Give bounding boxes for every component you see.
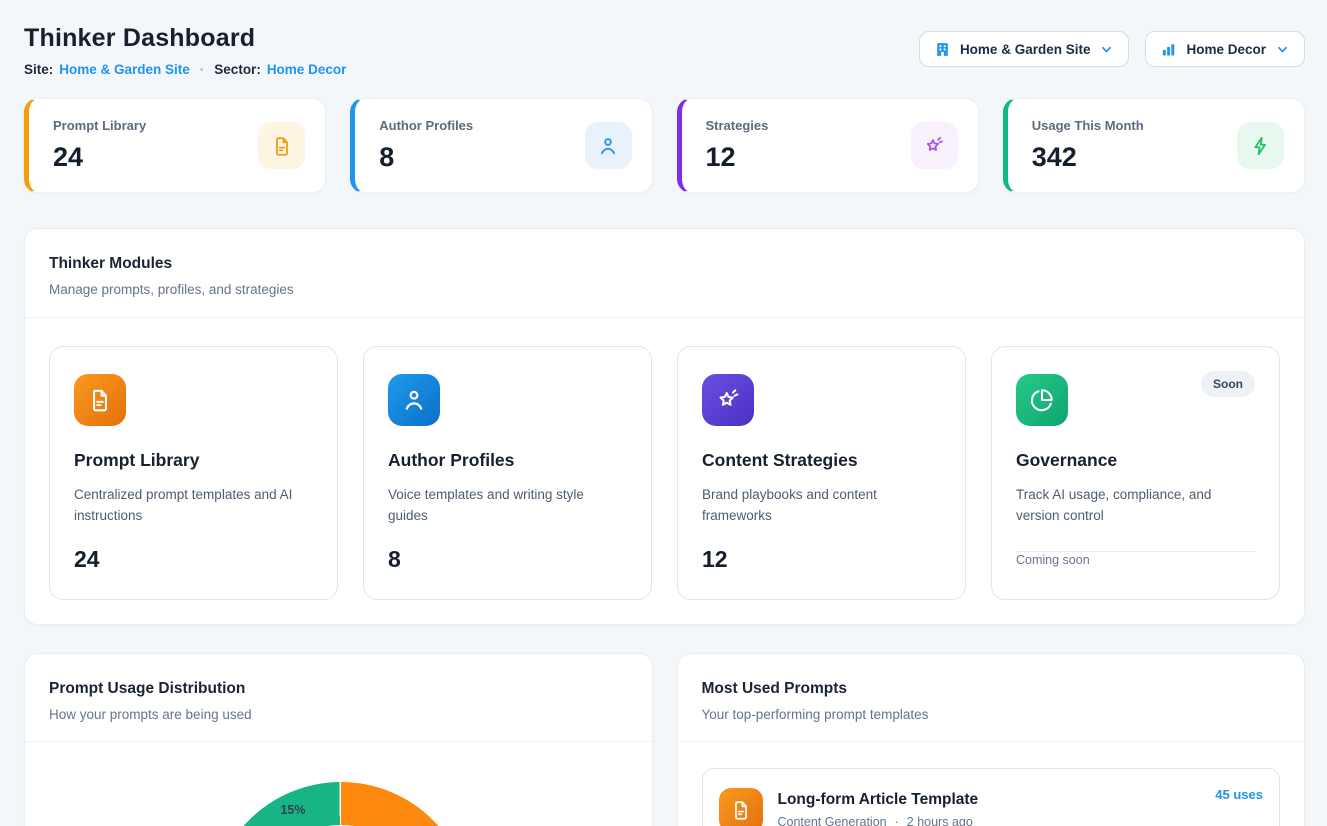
stat-text: Usage This Month 342: [1032, 118, 1144, 173]
prompt-text: Long-form Article Template Content Gener…: [778, 791, 1201, 826]
module-title: Prompt Library: [74, 450, 313, 471]
stat-text: Author Profiles 8: [379, 118, 473, 173]
prompt-meta: Content Generation · 2 hours ago: [778, 815, 1201, 826]
stat-value: 12: [706, 142, 769, 173]
bottom-row: Prompt Usage Distribution How your promp…: [24, 653, 1305, 826]
prompt-category: Content Generation: [778, 815, 887, 826]
stat-label: Strategies: [706, 118, 769, 133]
card-subtitle: How your prompts are being used: [49, 707, 628, 722]
module-count: 12: [702, 546, 728, 573]
module-description: Brand playbooks and content frameworks: [702, 485, 941, 527]
thinker-modules-panel: Thinker Modules Manage prompts, profiles…: [24, 228, 1305, 625]
site-selector-button[interactable]: Home & Garden Site: [919, 31, 1130, 67]
panel-subtitle: Manage prompts, profiles, and strategies: [49, 282, 1280, 297]
page-title: Thinker Dashboard: [24, 24, 346, 53]
header-controls: Home & Garden Site Home Decor: [919, 31, 1305, 67]
sector-label: Sector:: [214, 62, 261, 77]
page-header: Thinker Dashboard Site: Home & Garden Si…: [24, 24, 1305, 77]
module-card-author-profiles[interactable]: Author Profiles Voice templates and writ…: [363, 346, 652, 600]
card-header: Most Used Prompts Your top-performing pr…: [678, 654, 1305, 741]
module-title: Governance: [1016, 450, 1255, 471]
stat-text: Prompt Library 24: [53, 118, 146, 173]
panel-title: Thinker Modules: [49, 255, 1280, 273]
soon-badge: Soon: [1201, 371, 1255, 397]
sector-selector-button[interactable]: Home Decor: [1145, 31, 1305, 67]
sector-selector-label: Home Decor: [1186, 42, 1266, 57]
user-icon: [388, 374, 440, 426]
module-card-prompt-library[interactable]: Prompt Library Centralized prompt templa…: [49, 346, 338, 600]
coming-soon-label: Coming soon: [1016, 553, 1090, 567]
stat-label: Author Profiles: [379, 118, 473, 133]
module-title: Content Strategies: [702, 450, 941, 471]
donut-ring: [211, 782, 471, 826]
divider: [1016, 551, 1255, 552]
site-selector-label: Home & Garden Site: [960, 42, 1091, 57]
lightning-icon: [1237, 122, 1284, 169]
document-icon: [719, 788, 763, 826]
panel-header: Thinker Modules Manage prompts, profiles…: [25, 229, 1304, 317]
list-item-long-form-article[interactable]: Long-form Article Template Content Gener…: [702, 768, 1281, 826]
document-icon: [258, 122, 305, 169]
prompt-title: Long-form Article Template: [778, 791, 1201, 809]
dashboard-page: Thinker Dashboard Site: Home & Garden Si…: [0, 0, 1327, 826]
module-title: Author Profiles: [388, 450, 627, 471]
stats-row: Prompt Library 24 Author Profiles 8 Stra…: [24, 98, 1305, 193]
header-title-block: Thinker Dashboard Site: Home & Garden Si…: [24, 24, 346, 77]
breadcrumb: Site: Home & Garden Site · Sector: Home …: [24, 62, 346, 77]
most-used-prompts-card: Most Used Prompts Your top-performing pr…: [677, 653, 1306, 826]
stat-label: Prompt Library: [53, 118, 146, 133]
card-title: Most Used Prompts: [702, 680, 1281, 698]
dot-separator: ·: [200, 62, 205, 77]
prompt-usage-distribution-card: Prompt Usage Distribution How your promp…: [24, 653, 653, 826]
stat-card-strategies: Strategies 12: [677, 98, 979, 193]
chevron-down-icon: [1275, 42, 1290, 57]
site-link[interactable]: Home & Garden Site: [59, 62, 190, 77]
stat-label: Usage This Month: [1032, 118, 1144, 133]
donut-segment-label: 15%: [280, 803, 305, 817]
star-sparkle-icon: [911, 122, 958, 169]
stat-value: 342: [1032, 142, 1144, 173]
stat-card-usage: Usage This Month 342: [1003, 98, 1305, 193]
stat-card-prompt-library: Prompt Library 24: [24, 98, 326, 193]
pie-chart-icon: [1016, 374, 1068, 426]
module-count: 8: [388, 546, 401, 573]
donut-chart: 15%: [211, 782, 471, 826]
card-title: Prompt Usage Distribution: [49, 680, 628, 698]
module-count: 24: [74, 546, 100, 573]
building-icon: [934, 41, 951, 58]
divider: [25, 741, 652, 742]
stat-text: Strategies 12: [706, 118, 769, 173]
site-label: Site:: [24, 62, 53, 77]
sector-link[interactable]: Home Decor: [267, 62, 347, 77]
module-card-governance[interactable]: Soon Governance Track AI usage, complian…: [991, 346, 1280, 600]
modules-grid: Prompt Library Centralized prompt templa…: [25, 318, 1304, 624]
stat-value: 24: [53, 142, 146, 173]
module-description: Track AI usage, compliance, and version …: [1016, 485, 1255, 527]
document-icon: [74, 374, 126, 426]
dot-separator: ·: [895, 815, 899, 826]
bar-chart-icon: [1160, 41, 1177, 58]
module-description: Voice templates and writing style guides: [388, 485, 627, 527]
module-card-content-strategies[interactable]: Content Strategies Brand playbooks and c…: [677, 346, 966, 600]
stat-value: 8: [379, 142, 473, 173]
uses-badge: 45 uses: [1215, 787, 1263, 802]
stat-card-author-profiles: Author Profiles 8: [350, 98, 652, 193]
card-header: Prompt Usage Distribution How your promp…: [25, 654, 652, 741]
star-sparkle-icon: [702, 374, 754, 426]
card-subtitle: Your top-performing prompt templates: [702, 707, 1281, 722]
prompt-list: Long-form Article Template Content Gener…: [678, 742, 1305, 826]
module-description: Centralized prompt templates and AI inst…: [74, 485, 313, 527]
user-icon: [585, 122, 632, 169]
chevron-down-icon: [1099, 42, 1114, 57]
prompt-time: 2 hours ago: [907, 815, 973, 826]
